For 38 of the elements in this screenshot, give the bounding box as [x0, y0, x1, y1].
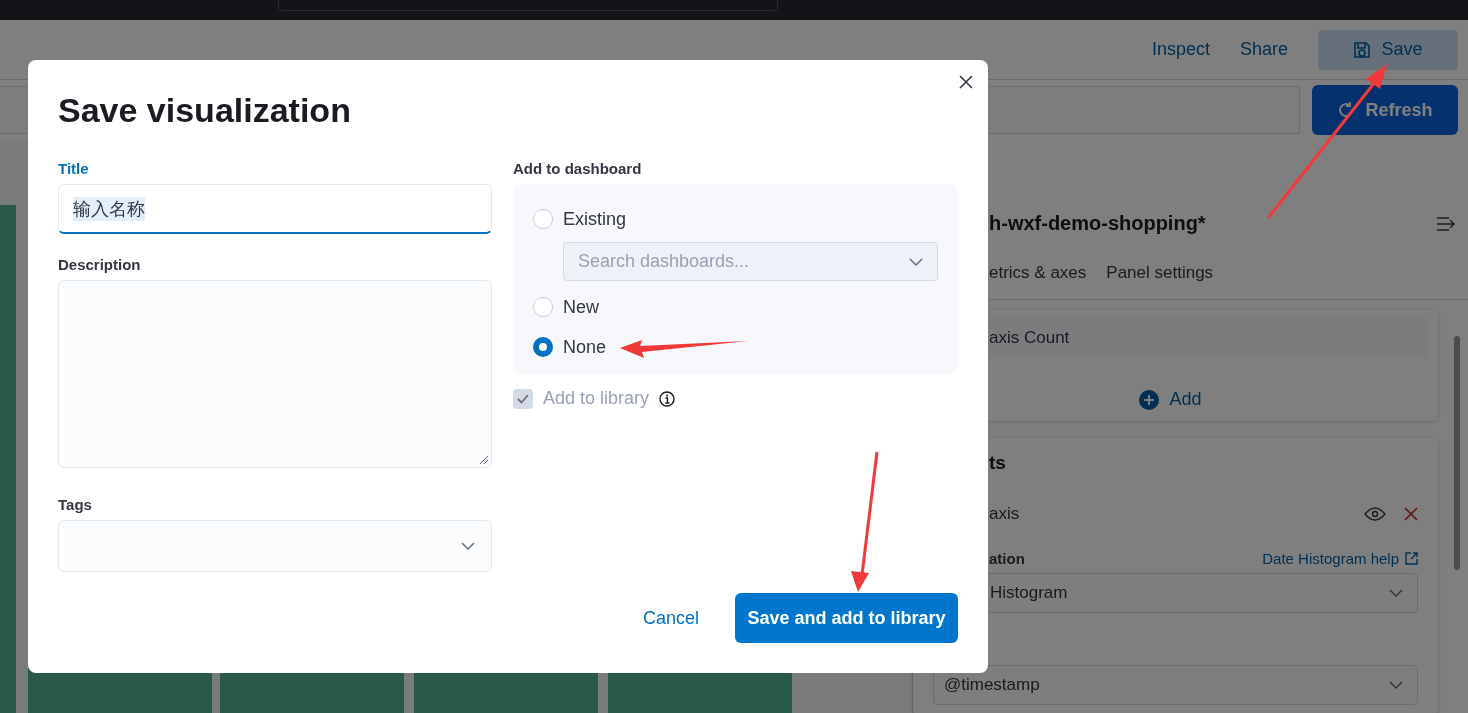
help-link[interactable]: Date Histogram help	[1262, 550, 1418, 567]
close-icon[interactable]	[958, 74, 974, 90]
panel-title: h-wxf-demo-shopping*	[989, 212, 1206, 235]
refresh-button[interactable]: Refresh	[1312, 85, 1458, 135]
field-label: Add to dashboard	[513, 160, 643, 177]
description-field[interactable]	[58, 280, 492, 468]
chevron-down-icon	[909, 257, 923, 266]
dialog-title: Save visualization	[58, 90, 351, 130]
checkbox-label: Add to library	[543, 388, 650, 409]
field-label: Title	[58, 160, 90, 177]
header-link[interactable]: Share	[1239, 39, 1288, 60]
collapse-icon[interactable]	[1436, 216, 1456, 231]
panel-tab[interactable]: Panel settings	[1106, 263, 1214, 283]
resize-handle-icon[interactable]	[479, 455, 489, 465]
field-label: ation	[989, 550, 1025, 567]
field-select[interactable]: @timestamp	[933, 665, 1418, 705]
field-label: Tags	[58, 496, 93, 513]
chevron-down-icon	[1389, 589, 1403, 597]
checkbox[interactable]	[513, 388, 533, 409]
field-label: Description	[58, 256, 142, 273]
title-field[interactable]: 输入名称	[58, 184, 492, 234]
dashboard-search-field[interactable]: Search dashboards...	[563, 242, 938, 281]
info-icon[interactable]	[659, 390, 676, 407]
radio-option[interactable]: Existing	[533, 206, 938, 232]
cancel-button[interactable]: Cancel	[636, 606, 705, 630]
radio-option[interactable]: New	[533, 294, 938, 320]
panel-tab[interactable]: etrics & axes	[989, 263, 1087, 283]
check-icon	[517, 393, 529, 404]
chevron-down-icon	[461, 542, 475, 550]
submit-button[interactable]: Save and add to library	[735, 593, 958, 643]
plus-circle-icon	[1139, 389, 1160, 410]
bucket-item: axis	[989, 504, 1020, 524]
header-link[interactable]: Inspect	[1151, 39, 1210, 60]
save-button[interactable]: Save	[1318, 29, 1458, 70]
card-title: ts	[988, 451, 1007, 475]
external-link-icon	[1405, 552, 1418, 565]
chevron-down-icon	[1389, 681, 1403, 689]
eye-icon[interactable]	[1364, 507, 1386, 521]
